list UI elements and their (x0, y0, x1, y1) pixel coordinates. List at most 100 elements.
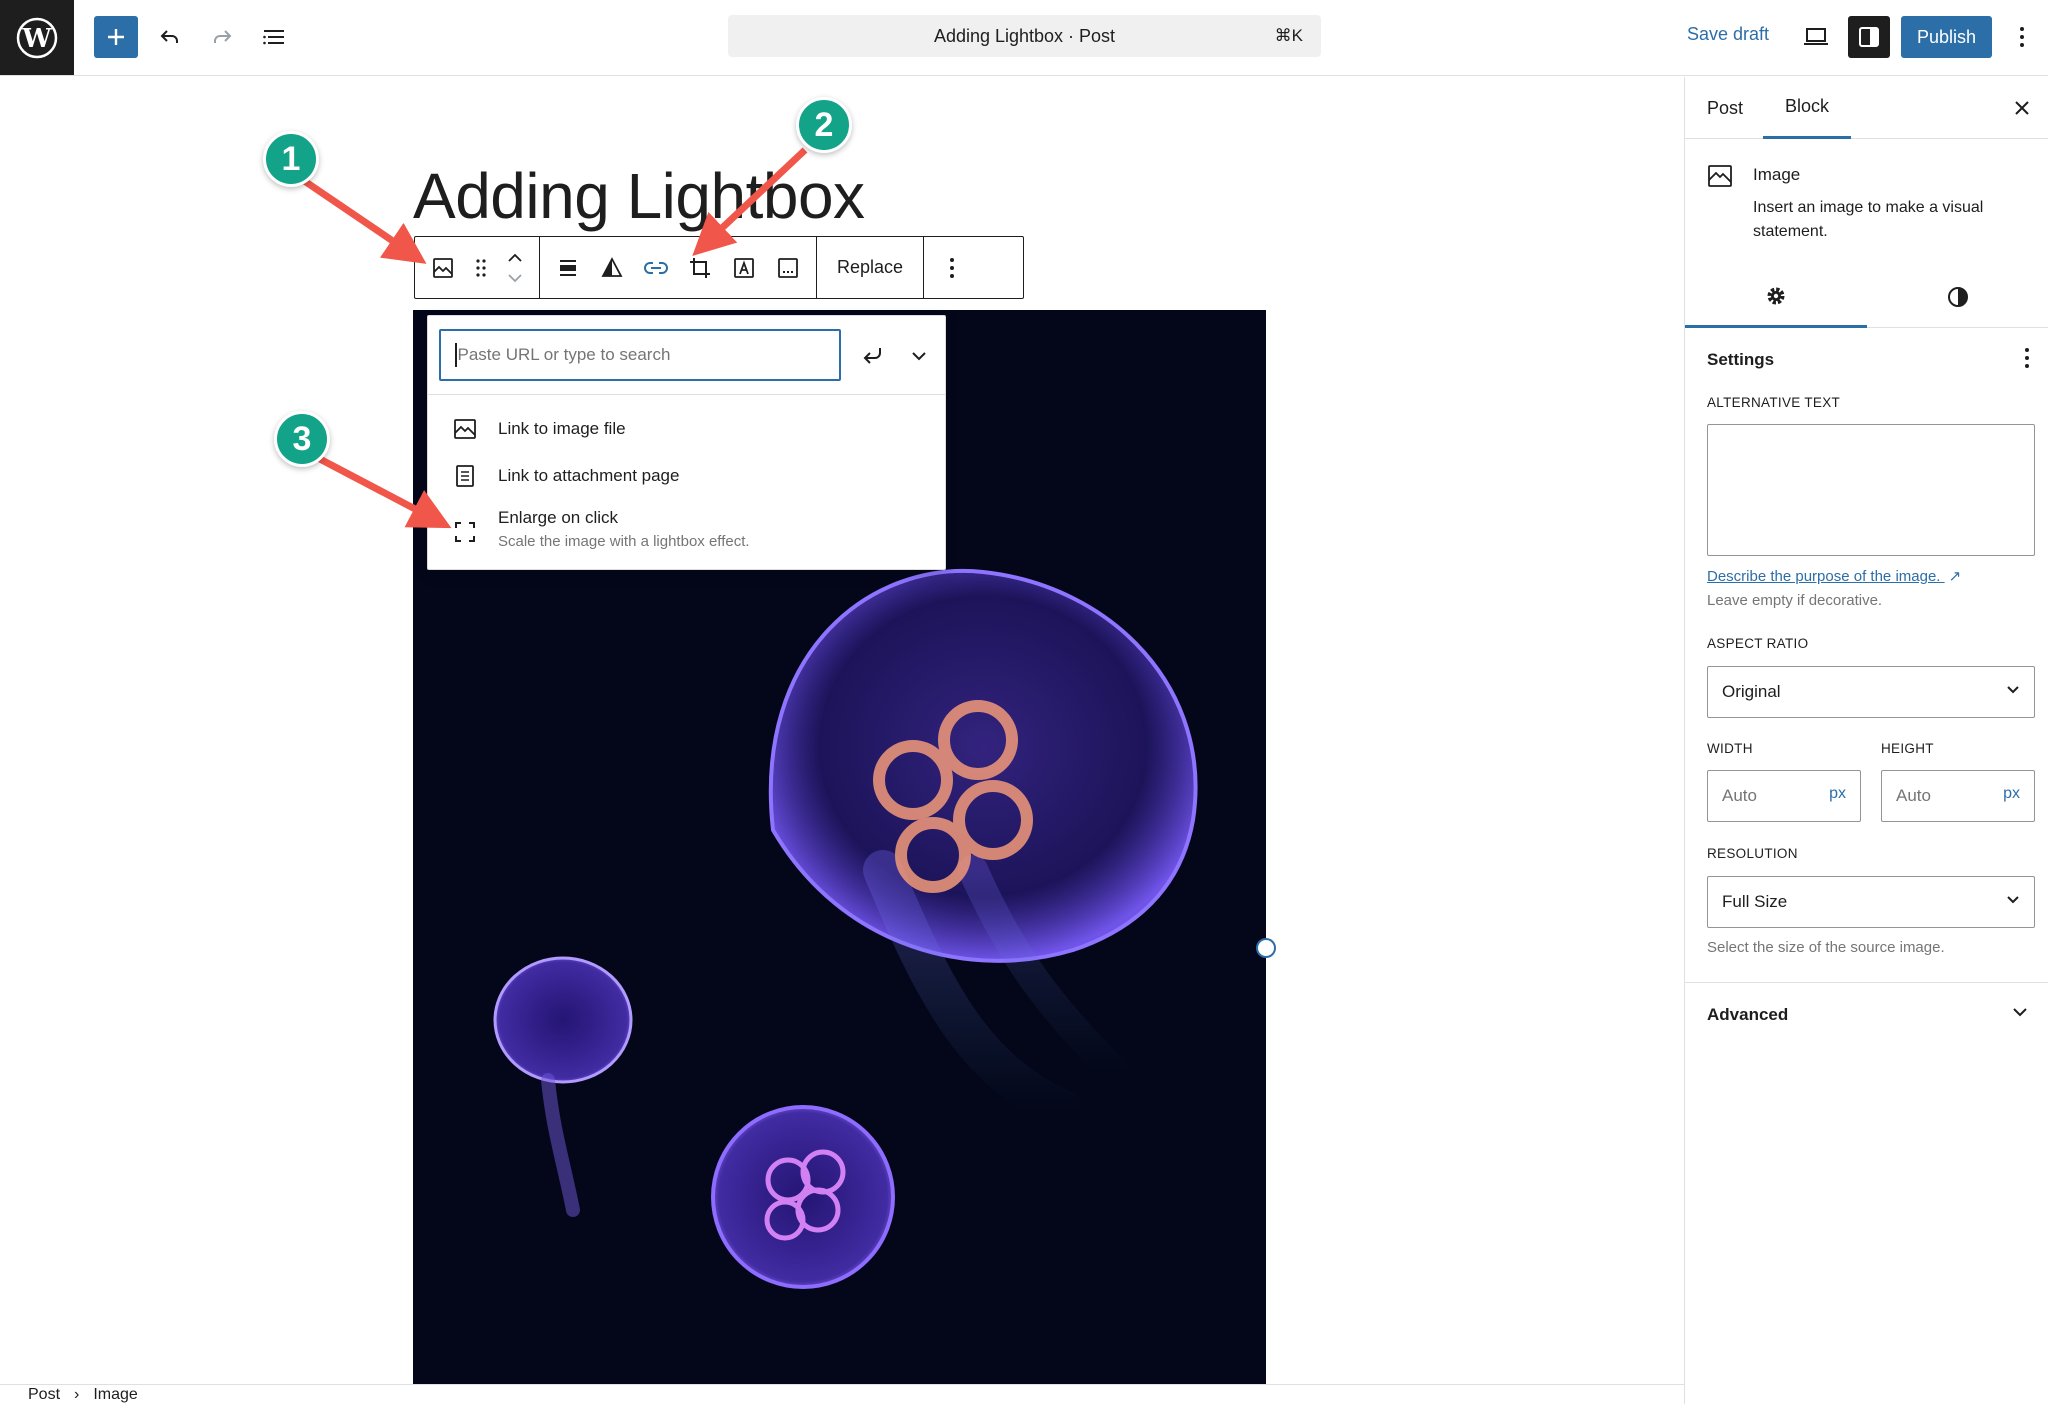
height-input[interactable]: Auto px (1881, 770, 2035, 822)
redo-button[interactable] (200, 16, 244, 58)
chevron-down-icon (2007, 686, 2019, 694)
chevron-up-icon[interactable] (507, 253, 523, 263)
link-settings-toggle[interactable] (902, 336, 936, 376)
sidebar-tabs: Post Block (1685, 77, 2048, 139)
editor-header: W Adding Lightbox · Post ⌘K Save draft P… (0, 0, 2048, 76)
settings-panel-title: Settings (1707, 350, 1775, 369)
preview-button[interactable] (1795, 16, 1837, 58)
chevron-down-icon (2007, 896, 2019, 904)
save-draft-button[interactable]: Save draft (1687, 24, 1769, 45)
text-overlay-button[interactable] (722, 238, 766, 298)
option-label: Link to image file (498, 419, 626, 438)
width-input[interactable]: Auto px (1707, 770, 1861, 822)
block-card-description: Insert an image to make a visual stateme… (1753, 199, 1984, 240)
width-unit-select[interactable]: px (1829, 785, 1846, 803)
link-popover: Paste URL or type to search Link to imag… (427, 315, 946, 570)
image-icon (452, 416, 478, 442)
block-options-button[interactable] (930, 238, 974, 298)
breadcrumb-separator-icon: › (74, 1385, 80, 1403)
align-button[interactable] (546, 238, 590, 298)
enter-icon (863, 348, 881, 364)
breadcrumb-post[interactable]: Post (28, 1386, 60, 1404)
crop-icon (690, 257, 710, 278)
chevron-down-icon (912, 352, 926, 361)
resolution-select[interactable]: Full Size (1707, 876, 2035, 928)
external-link-icon: ↗ (1948, 568, 1962, 585)
more-vertical-icon (2020, 27, 2024, 47)
settings-options-button[interactable] (2024, 347, 2030, 369)
annotation-marker-2: 2 (796, 97, 852, 153)
align-icon (560, 259, 576, 276)
crop-button[interactable] (678, 238, 722, 298)
more-vertical-icon (950, 257, 955, 278)
link-submit-button[interactable] (852, 336, 896, 376)
undo-icon (160, 30, 178, 43)
block-type-button[interactable] (421, 238, 465, 298)
width-placeholder: Auto (1722, 786, 1757, 805)
svg-text:W: W (21, 24, 52, 54)
breadcrumb-image[interactable]: Image (93, 1386, 137, 1404)
publish-button[interactable]: Publish (1901, 16, 1992, 58)
panel-divider (1685, 982, 2048, 983)
alt-text-input[interactable] (1707, 424, 2035, 556)
advanced-panel-toggle[interactable]: Advanced (1707, 1005, 1788, 1025)
block-inserter-button[interactable] (94, 16, 138, 58)
chevron-down-icon[interactable] (507, 273, 523, 283)
duotone-icon (601, 256, 623, 277)
drag-handle[interactable] (465, 238, 497, 298)
tab-block[interactable]: Block (1763, 77, 1852, 139)
image-resize-handle[interactable] (1256, 938, 1276, 958)
block-toolbar-group-tools (540, 237, 817, 298)
link-to-image-file-option[interactable]: Link to image file (428, 416, 945, 442)
tab-post[interactable]: Post (1707, 77, 1743, 139)
command-palette-bar[interactable]: Adding Lightbox · Post ⌘K (728, 15, 1321, 57)
aspect-ratio-select[interactable]: Original (1707, 666, 2035, 718)
duotone-button[interactable] (590, 238, 634, 298)
enlarge-on-click-option[interactable]: Enlarge on click Scale the image with a … (428, 505, 945, 553)
link-icon (644, 261, 668, 274)
option-description: Scale the image with a lightbox effect. (498, 533, 750, 550)
sidebar-icon (1859, 27, 1879, 47)
advanced-chevron[interactable] (2012, 1007, 2028, 1017)
link-to-attachment-page-option[interactable]: Link to attachment page (428, 463, 945, 489)
wordpress-logo-icon[interactable]: W (0, 0, 74, 75)
annotation-marker-1: 1 (263, 131, 319, 187)
alt-text-help-link-text: Describe the purpose of the image. (1707, 568, 1941, 585)
height-unit-select[interactable]: px (2003, 785, 2020, 803)
caption-icon (778, 257, 798, 278)
post-title[interactable]: Adding Lightbox (413, 160, 865, 232)
option-label: Enlarge on click (498, 508, 619, 527)
resolution-label: RESOLUTION (1707, 846, 1798, 861)
tab-settings[interactable] (1685, 266, 1867, 328)
document-overview-button[interactable] (252, 16, 296, 58)
settings-sidebar: Post Block Image Insert an image to make… (1684, 77, 2048, 1404)
block-toolbar-group-replace: Replace (817, 237, 925, 298)
image-icon (433, 257, 453, 278)
link-button[interactable] (634, 238, 678, 298)
tab-styles[interactable] (1867, 266, 2048, 328)
settings-sidebar-toggle[interactable] (1848, 16, 1890, 58)
text-caret (455, 343, 457, 367)
option-label: Link to attachment page (498, 466, 680, 485)
block-mover (497, 238, 533, 298)
popover-divider (428, 394, 945, 395)
caption-button[interactable] (766, 238, 810, 298)
replace-button[interactable]: Replace (823, 238, 917, 298)
text-over-image-icon (734, 257, 754, 278)
undo-button[interactable] (148, 16, 192, 58)
alt-text-help-link[interactable]: Describe the purpose of the image. ↗ (1707, 567, 1961, 585)
options-menu-button[interactable] (2010, 16, 2034, 58)
height-placeholder: Auto (1896, 786, 1931, 805)
list-view-icon (263, 30, 284, 45)
alt-text-label: ALTERNATIVE TEXT (1707, 395, 1841, 410)
height-label: HEIGHT (1881, 741, 1934, 756)
annotation-marker-3: 3 (274, 411, 330, 467)
block-toolbar-group-parent (415, 237, 540, 298)
block-toolbar: Replace (414, 236, 1024, 299)
link-url-input[interactable]: Paste URL or type to search (439, 329, 841, 381)
close-sidebar-button[interactable] (2009, 95, 2035, 121)
close-icon (2015, 101, 2029, 115)
aspect-ratio-value: Original (1722, 682, 1781, 701)
block-breadcrumb: Post › Image (0, 1384, 1684, 1404)
resolution-help: Select the size of the source image. (1707, 939, 1945, 956)
